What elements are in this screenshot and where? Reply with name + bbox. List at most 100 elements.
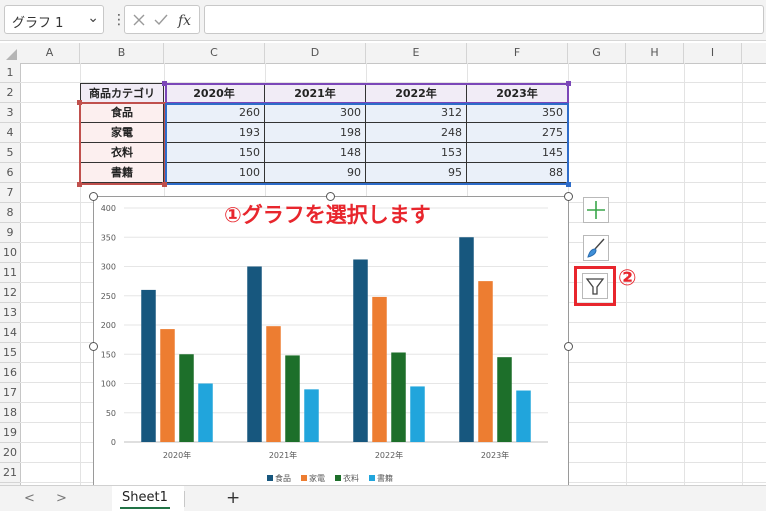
formula-bar: グラフ 1 ⌄ ⋮ fx [0,0,766,41]
row-header-17[interactable]: 17 [0,383,20,403]
row-header-8[interactable]: 8 [0,203,20,223]
bar[interactable] [160,329,175,442]
insert-function-icon[interactable]: fx [177,10,195,30]
x-tick-label: 2022年 [375,450,403,460]
column-headers: A B C D E F G H I [0,43,766,64]
row-header-2[interactable]: 2 [0,83,20,103]
select-all-corner[interactable] [0,43,20,63]
name-box[interactable]: グラフ 1 ⌄ [4,5,104,34]
y-tick-label: 400 [101,204,116,213]
y-tick-label: 150 [101,350,116,359]
name-box-value: グラフ 1 [12,16,64,31]
column-header-h[interactable]: H [626,43,684,63]
row-header-13[interactable]: 13 [0,303,20,323]
x-tick-label: 2020年 [163,450,191,460]
sheet-tab-bar: < > Sheet1 + [0,485,766,511]
bar[interactable] [141,289,156,442]
column-header-b[interactable]: B [80,43,164,63]
column-header-e[interactable]: E [366,43,467,63]
bar[interactable] [497,357,512,442]
resize-handle[interactable] [326,192,335,201]
column-header-f[interactable]: F [467,43,568,63]
row-header-11[interactable]: 11 [0,263,20,283]
formula-input[interactable] [204,5,764,34]
previous-sheet-button[interactable]: < [24,491,35,506]
formula-actions: fx [124,5,200,34]
category-range-highlight [79,102,166,185]
y-tick-label: 50 [106,409,116,418]
table-header-category[interactable]: 商品カテゴリ [80,83,164,103]
bar[interactable] [353,259,368,442]
column-header-a[interactable]: A [20,43,80,63]
series-name-range-highlight [165,83,569,104]
cancel-icon[interactable] [131,12,147,28]
range-handle[interactable] [566,81,571,86]
row-header-5[interactable]: 5 [0,143,20,163]
row-header-9[interactable]: 9 [0,223,20,243]
range-handle[interactable] [566,182,571,187]
row-header-20[interactable]: 20 [0,443,20,463]
bar[interactable] [410,386,425,442]
range-handle[interactable] [162,81,167,86]
bar[interactable] [478,281,493,442]
resize-handle[interactable] [564,342,573,351]
bar[interactable] [304,389,319,442]
column-header-c[interactable]: C [164,43,265,63]
sheet-tab-label: Sheet1 [122,490,168,505]
column-chart[interactable]: 0 50 100 150 200 250 300 350 400 2020年 2021年 2022年… [93,196,569,496]
chart-filters-button[interactable] [582,273,608,299]
legend-label: 衣料 [343,473,359,483]
enter-check-icon[interactable] [153,12,169,28]
bar[interactable] [372,296,387,442]
chart-elements-button[interactable] [583,197,609,223]
row-header-15[interactable]: 15 [0,343,20,363]
step1-annotation: ①グラフを選択します [224,203,431,227]
bar[interactable] [285,355,300,442]
column-header-d[interactable]: D [265,43,366,63]
legend-swatch [267,475,273,481]
row-header-14[interactable]: 14 [0,323,20,343]
row-header-7[interactable]: 7 [0,183,20,203]
bar[interactable] [266,326,281,442]
next-sheet-button[interactable]: > [56,491,67,506]
legend-label: 書籍 [377,473,393,483]
range-handle[interactable] [77,100,82,105]
active-tab-indicator [120,507,170,509]
row-header-21[interactable]: 21 [0,463,20,483]
range-handle[interactable] [162,182,167,187]
bar[interactable] [247,266,262,443]
row-header-6[interactable]: 6 [0,163,20,183]
resize-handle[interactable] [564,192,573,201]
paintbrush-icon [587,238,605,258]
range-handle[interactable] [77,182,82,187]
tab-sheet1[interactable]: Sheet1 [112,486,184,511]
value-range-highlight [165,103,569,185]
row-header-10[interactable]: 10 [0,243,20,263]
step2-annotation: ② [618,266,637,291]
chart-styles-button[interactable] [583,235,609,261]
row-header-12[interactable]: 12 [0,283,20,303]
row-header-16[interactable]: 16 [0,363,20,383]
row-header-19[interactable]: 19 [0,423,20,443]
row-header-18[interactable]: 18 [0,403,20,423]
legend-swatch [369,475,375,481]
funnel-filter-icon [585,278,605,295]
x-tick-label: 2023年 [481,450,509,460]
row-header-3[interactable]: 3 [0,103,20,123]
bar[interactable] [516,390,531,442]
column-header-i[interactable]: I [684,43,742,63]
bar[interactable] [459,237,474,442]
bar[interactable] [391,352,406,442]
row-header-1[interactable]: 1 [0,63,20,83]
row-header-4[interactable]: 4 [0,123,20,143]
bar[interactable] [198,383,213,443]
column-header-g[interactable]: G [568,43,626,63]
y-tick-label: 300 [101,263,116,272]
add-sheet-button[interactable]: + [226,488,240,508]
legend-label: 家電 [309,473,325,483]
resize-handle[interactable] [89,342,98,351]
y-tick-label: 200 [101,321,116,330]
bar[interactable] [179,354,194,442]
resize-handle[interactable] [89,192,98,201]
chevron-down-icon[interactable]: ⌄ [87,10,99,26]
